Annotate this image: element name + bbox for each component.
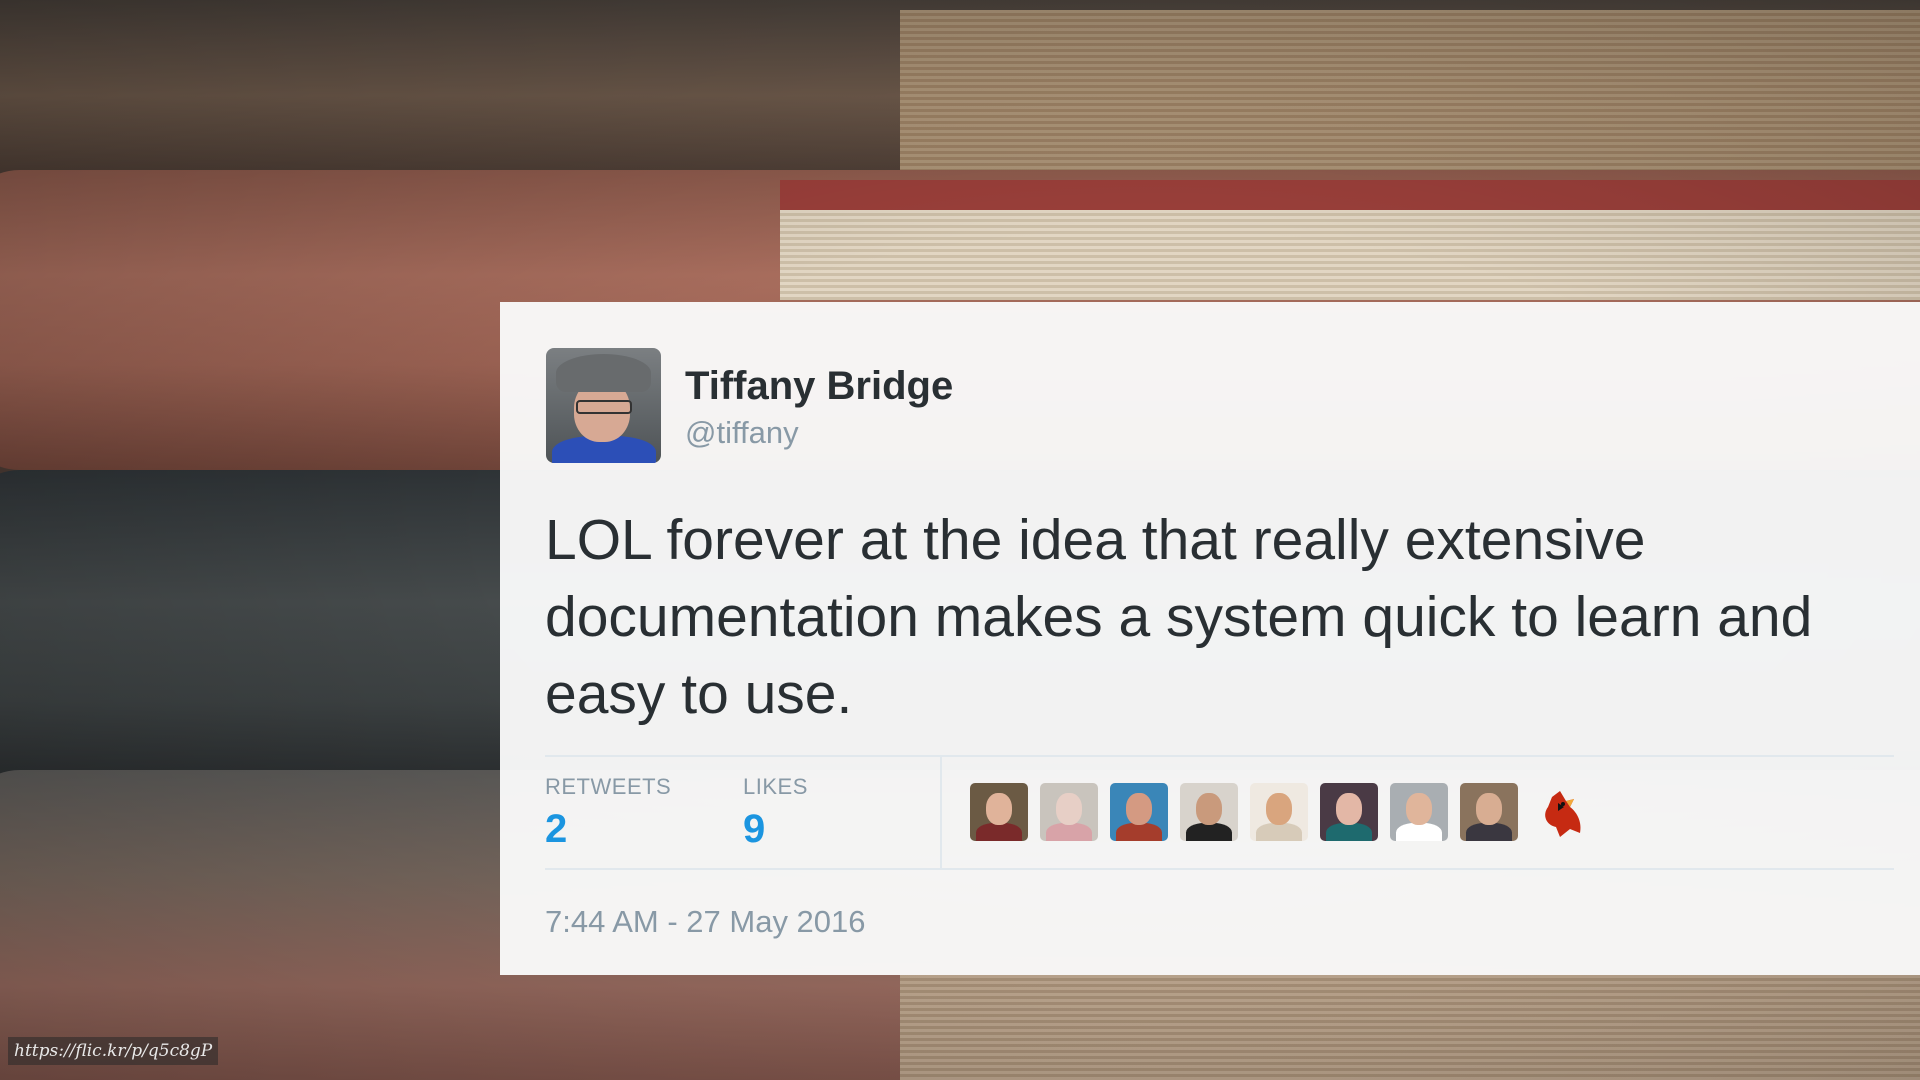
divider-bottom <box>545 868 1894 870</box>
author-name[interactable]: Tiffany Bridge <box>685 364 953 409</box>
liker-avatar[interactable] <box>970 783 1028 841</box>
retweets-label: RETWEETS <box>545 774 672 799</box>
tweet-timestamp[interactable]: 7:44 AM - 27 May 2016 <box>545 904 866 940</box>
likes-label: LIKES <box>743 774 808 799</box>
likers-avatars <box>970 783 1588 841</box>
divider-top <box>545 755 1894 757</box>
tweet-text: LOL forever at the idea that really exte… <box>545 508 1813 726</box>
author-handle[interactable]: @tiffany <box>685 415 799 451</box>
liker-avatar[interactable] <box>1460 783 1518 841</box>
retweets-count[interactable]: 2 <box>545 807 567 852</box>
tweet-card: Tiffany Bridge @tiffany LOL forever at t… <box>500 302 1920 975</box>
liker-avatar[interactable] <box>1040 783 1098 841</box>
liker-avatar[interactable] <box>1250 783 1308 841</box>
photo-credit[interactable]: https://flic.kr/p/q5c8gP <box>8 1037 219 1065</box>
author-avatar[interactable] <box>546 348 661 463</box>
liker-avatar[interactable] <box>1320 783 1378 841</box>
liker-avatar[interactable] <box>1110 783 1168 841</box>
cardinal-icon[interactable] <box>1530 783 1588 841</box>
liker-avatar[interactable] <box>1390 783 1448 841</box>
stats-divider <box>940 757 942 868</box>
likes-count[interactable]: 9 <box>743 807 765 852</box>
liker-avatar[interactable] <box>1180 783 1238 841</box>
